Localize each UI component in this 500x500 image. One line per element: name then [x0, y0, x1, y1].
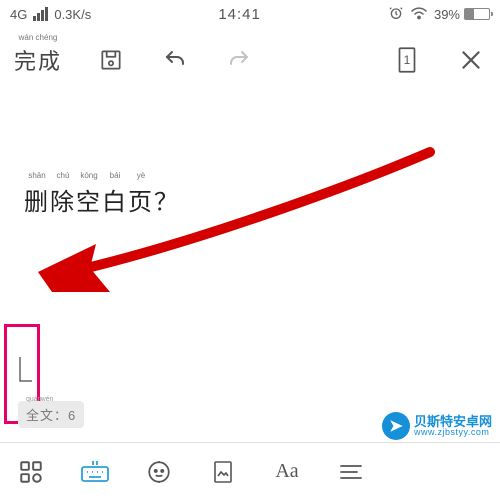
- watermark-logo-icon: ➤: [382, 412, 410, 440]
- page-indicator-button[interactable]: 1: [392, 45, 422, 75]
- more-menu-button[interactable]: [334, 455, 368, 489]
- annotation-arrow: [0, 92, 500, 432]
- page-number: 1: [404, 53, 411, 67]
- signal-icon: [33, 7, 48, 21]
- alarm-icon: [388, 5, 404, 24]
- voice-button[interactable]: [142, 455, 176, 489]
- site-watermark: ➤ 贝斯特安卓网 www.zjbstyy.com: [382, 412, 492, 440]
- font-icon-label: Aa: [275, 460, 298, 483]
- battery-pct: 39%: [434, 7, 460, 22]
- word-count-pill[interactable]: quán全wén文：6: [18, 401, 84, 428]
- status-bar: 4G 0.3K/s 14:41 39%: [0, 0, 500, 28]
- status-time: 14:41: [218, 6, 261, 23]
- bottom-toolbar: Aa: [0, 442, 500, 500]
- keyboard-button[interactable]: [78, 455, 112, 489]
- grid-button[interactable]: [14, 455, 48, 489]
- wifi-icon: [410, 6, 428, 23]
- watermark-url: www.zjbstyy.com: [414, 428, 492, 437]
- network-speed: 0.3K/s: [54, 7, 91, 22]
- network-type: 4G: [10, 7, 27, 22]
- editor-canvas[interactable]: shān删chú除kōng空bái白yè页？: [0, 92, 500, 432]
- undo-button[interactable]: [160, 45, 190, 75]
- font-button[interactable]: Aa: [270, 455, 304, 489]
- done-label: 完成: [14, 49, 62, 74]
- done-pinyin: wán chéng: [14, 33, 62, 42]
- battery-icon: [464, 8, 490, 20]
- editor-toolbar: wán chéng完成 1: [0, 28, 500, 92]
- status-right: 39%: [388, 5, 490, 24]
- redo-button[interactable]: [224, 45, 254, 75]
- document-headline: shān删chú除kōng空bái白yè页？: [24, 182, 476, 217]
- text-cursor: [18, 355, 34, 389]
- insert-image-button[interactable]: [206, 455, 240, 489]
- save-button[interactable]: [96, 45, 126, 75]
- done-button[interactable]: wán chéng完成: [14, 44, 62, 76]
- battery-indicator: 39%: [434, 7, 490, 22]
- close-button[interactable]: [456, 45, 486, 75]
- status-left: 4G 0.3K/s: [10, 7, 91, 22]
